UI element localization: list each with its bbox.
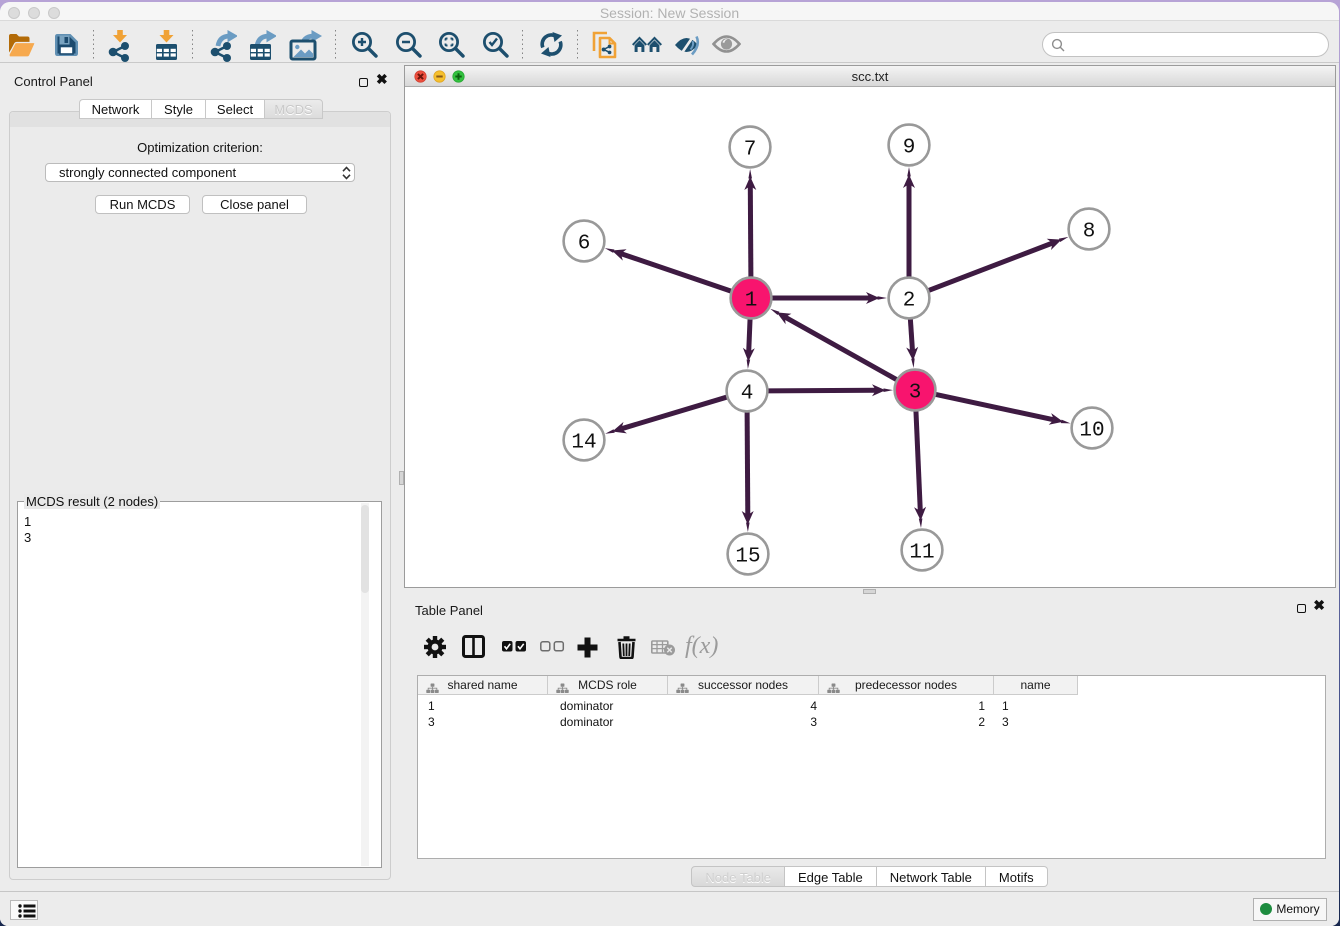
svg-text:10: 10 [1079, 420, 1104, 443]
svg-text:14: 14 [571, 432, 596, 455]
svg-text:4: 4 [741, 383, 754, 406]
svg-text:11: 11 [909, 542, 934, 565]
svg-text:8: 8 [1083, 221, 1096, 244]
svg-text:1: 1 [745, 290, 758, 313]
svg-text:15: 15 [735, 546, 760, 569]
svg-text:3: 3 [909, 382, 922, 405]
svg-text:9: 9 [903, 137, 916, 160]
svg-text:2: 2 [903, 290, 916, 313]
svg-text:7: 7 [744, 139, 757, 162]
svg-text:6: 6 [578, 233, 591, 256]
